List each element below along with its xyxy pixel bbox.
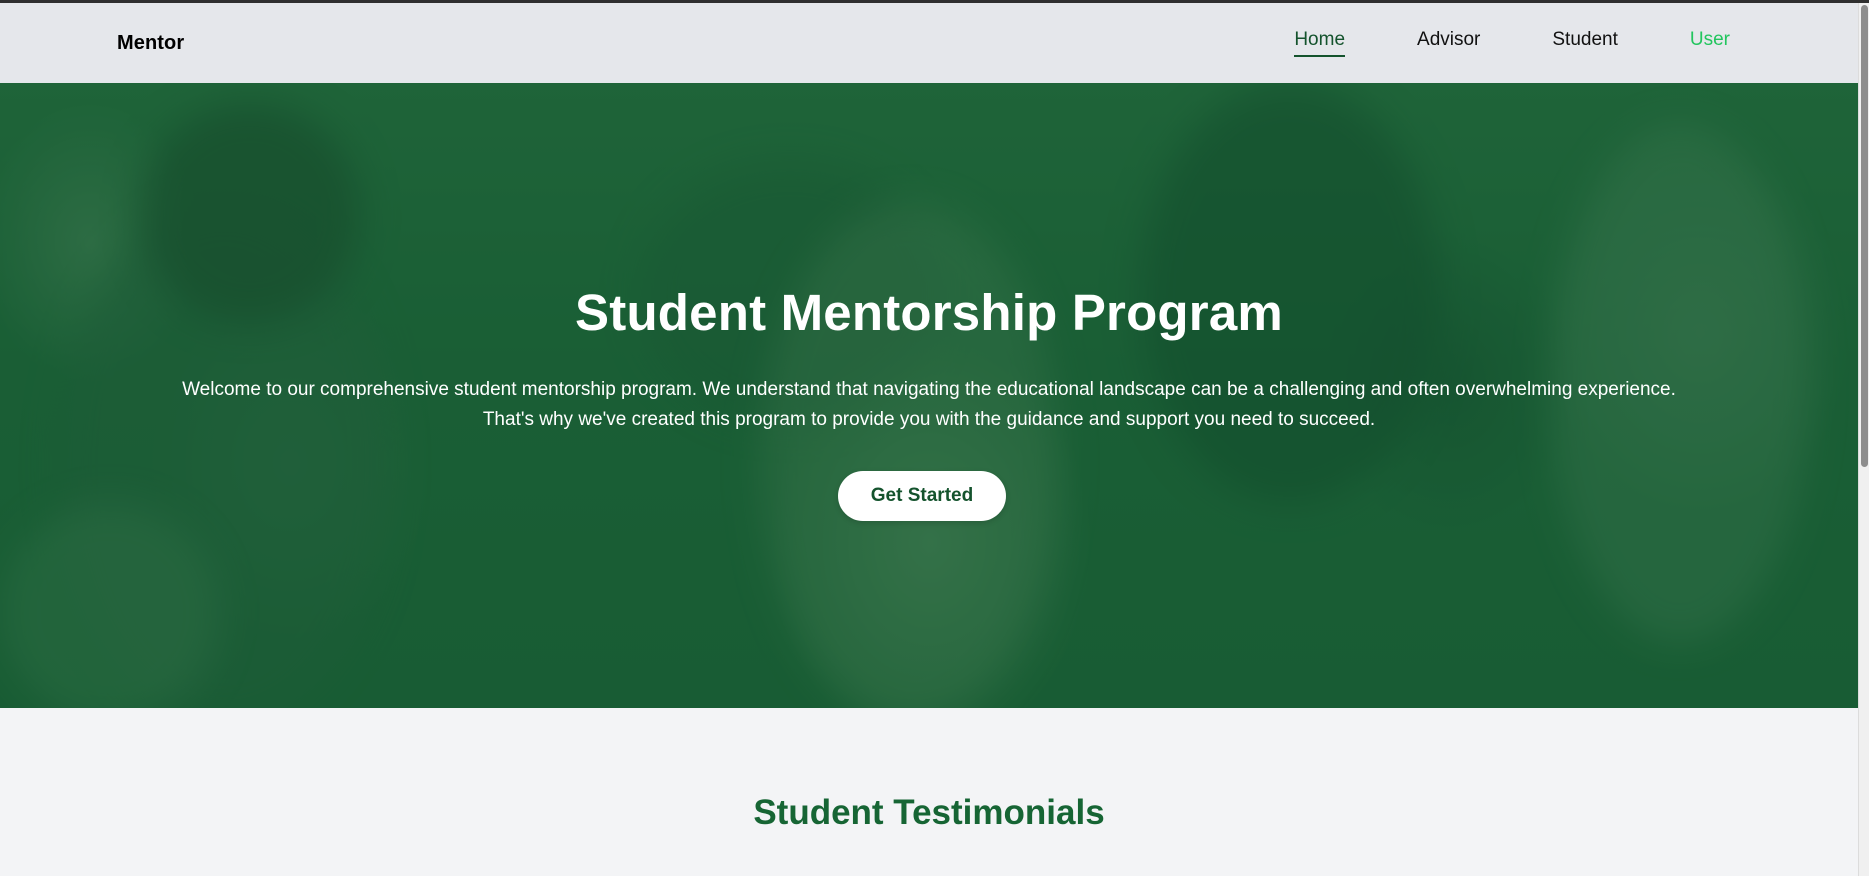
hero-section: Student Mentorship Program Welcome to ou…: [0, 83, 1858, 708]
nav-link-home[interactable]: Home: [1294, 29, 1346, 57]
get-started-button[interactable]: Get Started: [838, 471, 1006, 521]
nav-link-advisor[interactable]: Advisor: [1417, 29, 1480, 57]
hero-content: Student Mentorship Program Welcome to ou…: [0, 83, 1858, 708]
testimonials-title: Student Testimonials: [753, 793, 1105, 832]
navbar: Mentor Home Advisor Student User: [0, 3, 1858, 83]
nav-links: Home Advisor Student User: [1222, 29, 1730, 57]
hero-description: Welcome to our comprehensive student men…: [182, 379, 1676, 430]
page-viewport: Mentor Home Advisor Student User Student…: [0, 3, 1858, 876]
scrollbar-thumb[interactable]: [1861, 5, 1868, 467]
brand-logo[interactable]: Mentor: [117, 32, 184, 55]
nav-link-student[interactable]: Student: [1552, 29, 1618, 57]
hero-title: Student Mentorship Program: [575, 284, 1283, 341]
vertical-scrollbar[interactable]: [1858, 3, 1869, 876]
nav-link-user[interactable]: User: [1690, 29, 1730, 57]
